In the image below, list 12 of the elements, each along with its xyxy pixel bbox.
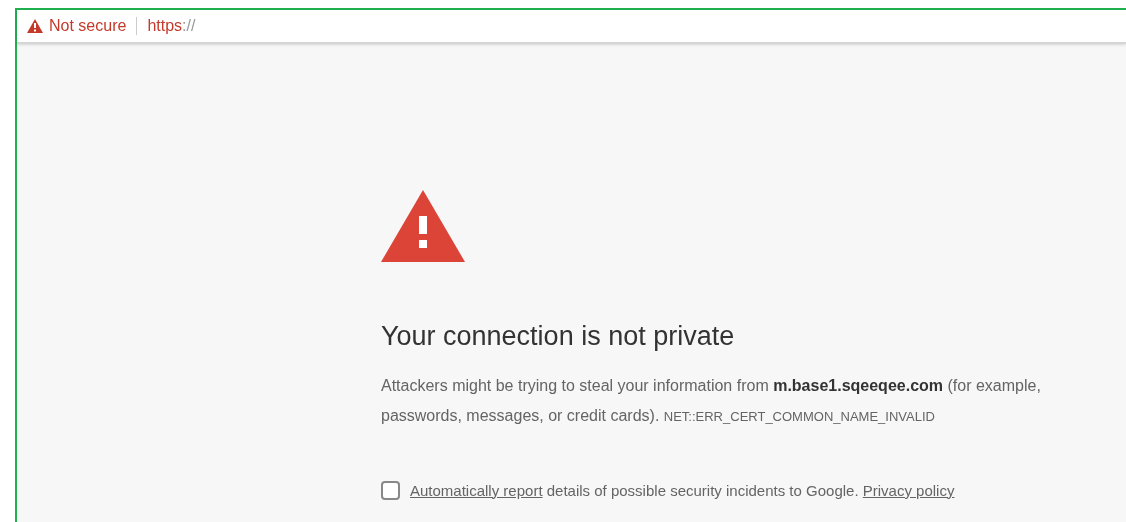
report-checkbox[interactable] [381,481,400,501]
error-heading: Your connection is not private [381,320,736,353]
warning-description: Attackers might be trying to steal your information from m.base1.sqeeqee.com (for example, passwords, messages, or credit cards). NET::ERR_CERT_COMMON_NAME_INVALID [381,375,1042,426]
privacy-policy-link[interactable]: Privacy policy [862,481,955,499]
warning-icon [381,190,465,262]
report-link[interactable]: Automatically report [410,481,543,499]
security-label[interactable]: Not secure [49,14,127,38]
url-scheme: https [147,16,183,36]
warning-icon [27,19,43,33]
report-sentence: Automatically report details of possible security incidents to Google. Privacy policy [410,480,955,501]
url-separator: :// [182,16,196,36]
address-bar[interactable]: Not secure https:// [17,10,1126,44]
